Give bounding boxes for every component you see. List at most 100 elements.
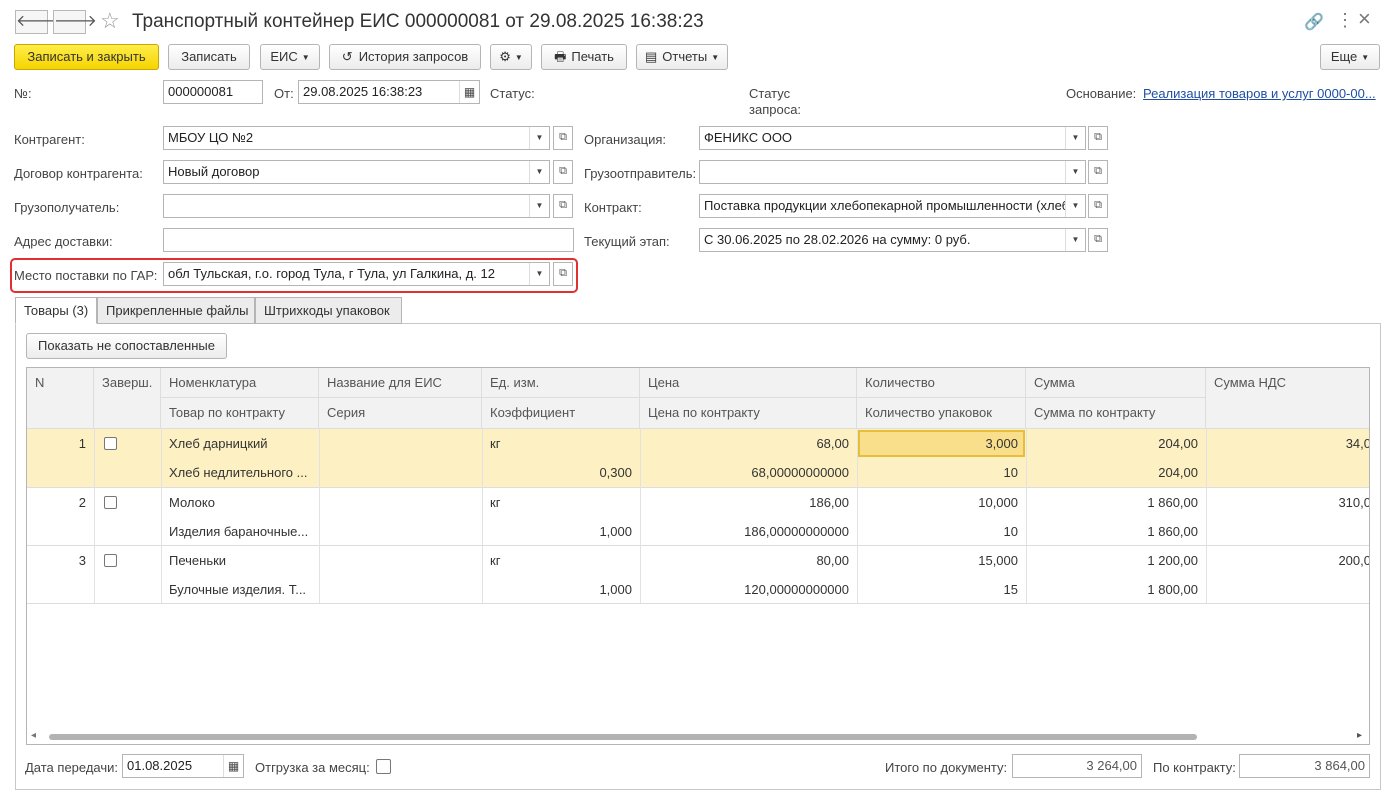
open-icon[interactable]: ⧉ — [1088, 228, 1108, 252]
col-header-coefficient[interactable]: Коэффициент — [482, 398, 640, 429]
transfer-date-field[interactable]: 01.08.2025 ▦ — [122, 754, 244, 778]
open-icon[interactable]: ⧉ — [1088, 194, 1108, 218]
delivery-address-field[interactable] — [163, 228, 574, 252]
col-header-series[interactable]: Серия — [319, 398, 482, 429]
col-header-done[interactable]: Заверш. — [94, 368, 161, 429]
unit-cell[interactable]: кг — [482, 429, 640, 458]
basis-link[interactable]: Реализация товаров и услуг 0000-00... — [1143, 86, 1376, 101]
tab-goods[interactable]: Товары (3) — [15, 297, 97, 324]
scroll-left-icon[interactable]: ◂ — [31, 730, 36, 741]
nomenclature-cell[interactable]: Хлеб дарницкий — [161, 429, 319, 458]
number-field[interactable]: 000000081 — [163, 80, 263, 104]
price-cell[interactable]: 80,00 — [640, 546, 857, 575]
sum-cell[interactable]: 1 200,00 — [1026, 546, 1206, 575]
chevron-down-icon[interactable]: ▼ — [1065, 195, 1085, 217]
completed-checkbox[interactable] — [104, 496, 117, 509]
vat-cell[interactable]: 34,0 — [1206, 429, 1369, 458]
scroll-right-icon[interactable]: ▸ — [1357, 730, 1362, 741]
open-icon[interactable]: ⧉ — [553, 194, 573, 218]
monthly-shipment-checkbox[interactable] — [376, 759, 391, 774]
open-icon[interactable]: ⧉ — [553, 262, 573, 286]
reports-menu-button[interactable]: ▤ Отчеты ▼ — [636, 44, 728, 70]
gov-contract-field[interactable]: Поставка продукции хлебопекарной промышл… — [699, 194, 1086, 218]
favorite-star-icon[interactable]: ☆ — [100, 8, 120, 34]
quantity-cell[interactable]: 15,000 — [857, 546, 1026, 575]
contract-item-cell[interactable]: Изделия бараночные... — [161, 517, 319, 546]
quantity-cell[interactable]: 3,000 — [857, 429, 1026, 458]
link-icon[interactable]: 🔗 — [1304, 12, 1324, 32]
contract-sum-cell[interactable]: 1 860,00 — [1026, 517, 1206, 546]
package-qty-cell[interactable]: 10 — [857, 517, 1026, 546]
chevron-down-icon[interactable]: ▼ — [1065, 229, 1085, 251]
save-and-close-button[interactable]: Записать и закрыть — [14, 44, 159, 70]
col-header-contract-item[interactable]: Товар по контракту — [161, 398, 319, 429]
col-header-sum[interactable]: Сумма — [1026, 368, 1206, 398]
col-header-n[interactable]: N — [27, 368, 94, 429]
shipper-field[interactable]: ▼ — [699, 160, 1086, 184]
chevron-down-icon[interactable]: ▼ — [529, 263, 549, 285]
nomenclature-cell[interactable]: Молоко — [161, 488, 319, 517]
nomenclature-cell[interactable]: Печеньки — [161, 546, 319, 575]
vat-cell[interactable]: 200,0 — [1206, 546, 1369, 575]
organization-field[interactable]: ФЕНИКС ООО ▼ — [699, 126, 1086, 150]
sum-cell[interactable]: 204,00 — [1026, 429, 1206, 458]
gar-field[interactable]: обл Тульская, г.о. город Тула, г Тула, у… — [163, 262, 550, 286]
completed-checkbox[interactable] — [104, 437, 117, 450]
sum-cell[interactable]: 1 860,00 — [1026, 488, 1206, 517]
open-icon[interactable]: ⧉ — [553, 126, 573, 150]
stage-field[interactable]: С 30.06.2025 по 28.02.2026 на сумму: 0 р… — [699, 228, 1086, 252]
contract-item-cell[interactable]: Булочные изделия. Т... — [161, 575, 319, 604]
package-qty-cell[interactable]: 15 — [857, 575, 1026, 604]
chevron-down-icon[interactable]: ▼ — [529, 195, 549, 217]
contract-sum-cell[interactable]: 1 800,00 — [1026, 575, 1206, 604]
print-button[interactable]: 🖶 Печать — [541, 44, 627, 70]
open-icon[interactable]: ⧉ — [553, 160, 573, 184]
completed-checkbox[interactable] — [104, 554, 117, 567]
more-menu-button[interactable]: Еще ▼ — [1320, 44, 1380, 70]
eis-menu-button[interactable]: ЕИС ▼ — [260, 44, 320, 70]
save-button[interactable]: Записать — [168, 44, 250, 70]
chevron-down-icon[interactable]: ▼ — [1065, 161, 1085, 183]
unit-cell[interactable]: кг — [482, 546, 640, 575]
chevron-down-icon[interactable]: ▼ — [1065, 127, 1085, 149]
back-button[interactable]: 🡐 — [15, 10, 59, 34]
calendar-icon[interactable]: ▦ — [223, 755, 243, 777]
contract-price-cell[interactable]: 120,00000000000 — [640, 575, 857, 604]
quantity-cell[interactable]: 10,000 — [857, 488, 1026, 517]
consignee-field[interactable]: ▼ — [163, 194, 550, 218]
calendar-icon[interactable]: ▦ — [459, 81, 479, 103]
request-history-button[interactable]: ↺ История запросов — [329, 44, 481, 70]
tab-attached-files[interactable]: Прикрепленные файлы — [97, 297, 255, 324]
contract-price-cell[interactable]: 68,00000000000 — [640, 458, 857, 487]
chevron-down-icon[interactable]: ▼ — [529, 161, 549, 183]
price-cell[interactable]: 68,00 — [640, 429, 857, 458]
price-cell[interactable]: 186,00 — [640, 488, 857, 517]
coefficient-cell[interactable]: 1,000 — [482, 517, 640, 546]
contract-sum-cell[interactable]: 204,00 — [1026, 458, 1206, 487]
col-header-unit[interactable]: Ед. изм. — [482, 368, 640, 398]
col-header-quantity[interactable]: Количество — [857, 368, 1026, 398]
open-icon[interactable]: ⧉ — [1088, 126, 1108, 150]
settings-menu-button[interactable]: ⚙ ▼ — [490, 44, 532, 70]
contract-item-cell[interactable]: Хлеб недлительного ... — [161, 458, 319, 487]
open-icon[interactable]: ⧉ — [1088, 160, 1108, 184]
contract-field[interactable]: Новый договор ▼ — [163, 160, 550, 184]
col-header-contract-price[interactable]: Цена по контракту — [640, 398, 857, 429]
show-unmatched-button[interactable]: Показать не сопоставленные — [26, 333, 227, 359]
horizontal-scrollbar[interactable] — [49, 734, 1197, 740]
unit-cell[interactable]: кг — [482, 488, 640, 517]
col-header-eis-name[interactable]: Название для ЕИС — [319, 368, 482, 398]
chevron-down-icon[interactable]: ▼ — [529, 127, 549, 149]
col-header-nomenclature[interactable]: Номенклатура — [161, 368, 319, 398]
contract-price-cell[interactable]: 186,00000000000 — [640, 517, 857, 546]
col-header-vat[interactable]: Сумма НДС — [1206, 368, 1369, 429]
coefficient-cell[interactable]: 1,000 — [482, 575, 640, 604]
vat-cell[interactable]: 310,0 — [1206, 488, 1369, 517]
package-qty-cell[interactable]: 10 — [857, 458, 1026, 487]
more-vertical-icon[interactable]: ⋮ — [1336, 10, 1354, 31]
counterparty-field[interactable]: МБОУ ЦО №2 ▼ — [163, 126, 550, 150]
tab-package-barcodes[interactable]: Штрихкоды упаковок — [255, 297, 402, 324]
col-header-package-qty[interactable]: Количество упаковок — [857, 398, 1026, 429]
col-header-contract-sum[interactable]: Сумма по контракту — [1026, 398, 1206, 429]
coefficient-cell[interactable]: 0,300 — [482, 458, 640, 487]
